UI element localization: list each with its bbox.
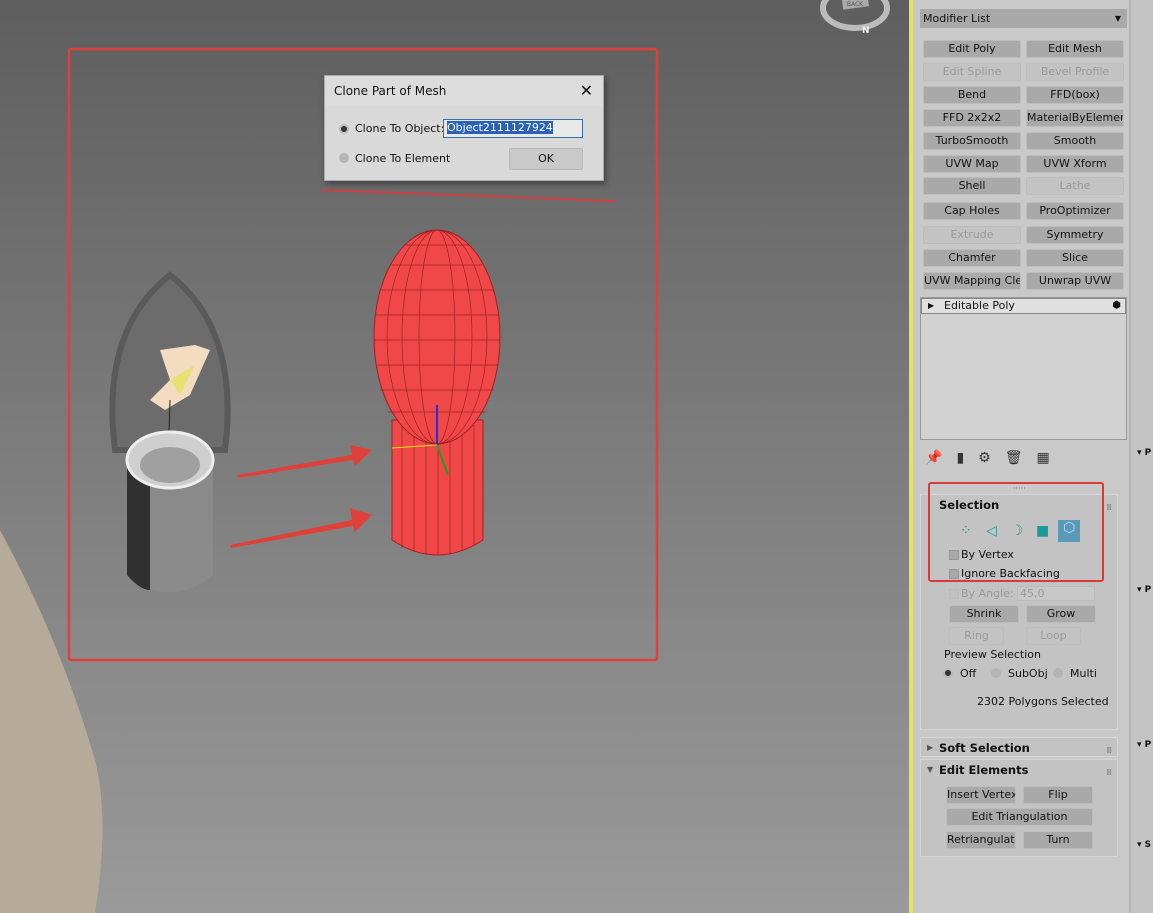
grip-icon: ⁞⁞: [1106, 746, 1112, 756]
annotation-highlight: [928, 482, 1104, 582]
edit-elements-rollout: ▼ Edit Elements ⁞⁞ Insert Vertex Flip Edit…: [920, 759, 1118, 857]
expand-icon[interactable]: ▶: [928, 299, 934, 313]
modifier-button-lathe[interactable]: Lathe: [1026, 177, 1124, 195]
preview-selection-label: Preview Selection: [944, 648, 1042, 661]
modifier-button-prooptimizer[interactable]: ProOptimizer: [1026, 202, 1124, 220]
insert-vertex-button[interactable]: Insert Vertex: [946, 786, 1016, 804]
preview-off-label: Off: [960, 667, 977, 680]
modifier-button-symmetry[interactable]: Symmetry: [1026, 226, 1124, 244]
rollout-header-label: P: [1144, 585, 1152, 595]
grow-button[interactable]: Grow: [1026, 605, 1096, 623]
configure-sets-icon[interactable]: ▦: [1037, 450, 1064, 466]
modifier-button-extrude[interactable]: Extrude: [923, 226, 1021, 244]
edit-triangulation-button[interactable]: Edit Triangulation: [946, 808, 1093, 826]
remove-modifier-icon[interactable]: 🗑: [1005, 450, 1037, 466]
angle-spinner[interactable]: 45,0: [1017, 586, 1095, 601]
modifier-button-uvw-map[interactable]: UVW Map: [923, 155, 1021, 173]
stack-toolbar: 📌▮⚙🗑▦: [925, 450, 1064, 466]
modifier-button-turbosmooth[interactable]: TurboSmooth: [923, 132, 1021, 150]
compass-label: N: [862, 26, 870, 36]
make-unique-icon[interactable]: ⚙: [978, 450, 1005, 466]
rollout-header-4[interactable]: ▾ S: [1137, 840, 1151, 850]
modifier-list-label: Modifier List: [923, 12, 991, 25]
ok-button[interactable]: OK: [509, 148, 583, 170]
modifier-button-slice[interactable]: Slice: [1026, 249, 1124, 267]
object-name-value: Object2111127924: [447, 121, 553, 134]
pin-stack-icon[interactable]: 📌: [925, 450, 956, 466]
soft-selection-title: Soft Selection: [939, 741, 1030, 755]
preview-multi-radio[interactable]: [1053, 668, 1063, 678]
candle-bulb-original: [109, 271, 231, 593]
modifier-button-unwrap-uvw[interactable]: Unwrap UVW: [1026, 272, 1124, 290]
rollout-header-label: S: [1144, 840, 1152, 850]
rollout-header-2[interactable]: ▾ P: [1137, 585, 1151, 595]
annotation-underline: [321, 189, 616, 202]
by-angle-label: By Angle:: [961, 587, 1014, 600]
modifier-button-edit-mesh[interactable]: Edit Mesh: [1026, 40, 1124, 58]
modifier-button-ffd-box-[interactable]: FFD(box): [1026, 86, 1124, 104]
turn-button[interactable]: Turn: [1023, 831, 1093, 849]
modifier-button-uvw-mapping-clear[interactable]: UVW Mapping Clear: [923, 272, 1021, 290]
flip-button[interactable]: Flip: [1023, 786, 1093, 804]
modifier-button-ffd-2x2x2[interactable]: FFD 2x2x2: [923, 109, 1021, 127]
dropdown-arrow-icon: ▼: [1114, 14, 1121, 23]
clone-to-element-label: Clone To Element: [355, 152, 451, 165]
modifier-button-bevel-profile[interactable]: Bevel Profile: [1026, 63, 1124, 81]
soft-selection-rollout[interactable]: ▶ Soft Selection ⁞⁞: [920, 737, 1118, 757]
viewport[interactable]: BACK N Clone Part of Mesh ✕ Clone To Obj…: [0, 0, 910, 913]
modifier-button-edit-spline[interactable]: Edit Spline: [923, 63, 1021, 81]
clone-to-object-label: Clone To Object:: [355, 122, 445, 135]
shrink-button[interactable]: Shrink: [949, 605, 1019, 623]
by-angle-checkbox[interactable]: [949, 589, 959, 599]
modifier-button-bend[interactable]: Bend: [923, 86, 1021, 104]
show-end-result-icon[interactable]: ▮: [956, 450, 978, 466]
selection-status: 2302 Polygons Selected: [977, 695, 1109, 708]
grip-icon: ⁞⁞: [1106, 503, 1112, 513]
floor-object: [0, 530, 103, 913]
preview-multi-label: Multi: [1070, 667, 1097, 680]
modifier-button-chamfer[interactable]: Chamfer: [923, 249, 1021, 267]
modifier-button-materialbyelement[interactable]: MaterialByElement: [1026, 109, 1124, 127]
close-icon[interactable]: ✕: [580, 81, 593, 100]
ring-button[interactable]: Ring: [949, 627, 1004, 645]
preview-off-radio[interactable]: [943, 668, 953, 678]
viewcube[interactable]: BACK N: [820, 0, 890, 36]
loop-button[interactable]: Loop: [1026, 627, 1081, 645]
selected-mesh[interactable]: [373, 229, 501, 556]
stack-item-label: Editable Poly: [944, 299, 1015, 312]
preview-subobj-radio[interactable]: [991, 668, 1001, 678]
modifier-list-dropdown[interactable]: Modifier List ▼: [920, 9, 1127, 28]
collapsed-icon: ▶: [927, 743, 934, 752]
viewcube-label: BACK: [847, 1, 864, 8]
expanded-icon: ▼: [927, 765, 934, 774]
dialog-title: Clone Part of Mesh: [325, 76, 603, 106]
edit-elements-title: Edit Elements: [939, 763, 1029, 777]
rollout-header-1[interactable]: ▾ P: [1137, 448, 1151, 458]
object-name-input[interactable]: Object2111127924: [443, 119, 583, 138]
preview-subobj-label: SubObj: [1008, 667, 1048, 680]
clone-part-dialog: Clone Part of Mesh ✕ Clone To Object: Ob…: [324, 75, 604, 181]
modifier-stack[interactable]: ▶ Editable Poly ⬢: [920, 297, 1127, 440]
annotation-arrows: [230, 445, 372, 548]
cube-icon: ⬢: [1112, 300, 1121, 311]
modifier-button-uvw-xform[interactable]: UVW Xform: [1026, 155, 1124, 173]
modifier-button-shell[interactable]: Shell: [923, 177, 1021, 195]
rollout-header-label: P: [1144, 740, 1152, 750]
edit-elements-header[interactable]: ▼ Edit Elements ⁞⁞: [921, 760, 1117, 780]
grip-icon: ⁞⁞: [1106, 768, 1112, 778]
rollout-header-3[interactable]: ▾ P: [1137, 740, 1151, 750]
modifier-button-smooth[interactable]: Smooth: [1026, 132, 1124, 150]
modifier-button-cap-holes[interactable]: Cap Holes: [923, 202, 1021, 220]
secondary-panel: ▾ P ▾ P ▾ P ▾ S: [1131, 0, 1153, 913]
radio-clone-to-object[interactable]: [339, 124, 349, 134]
stack-item-editable-poly[interactable]: ▶ Editable Poly ⬢: [921, 298, 1126, 314]
modifier-button-edit-poly[interactable]: Edit Poly: [923, 40, 1021, 58]
retriangulate-button[interactable]: Retriangulate: [946, 831, 1016, 849]
radio-clone-to-element[interactable]: [339, 153, 349, 163]
rollout-header-label: P: [1144, 448, 1152, 458]
